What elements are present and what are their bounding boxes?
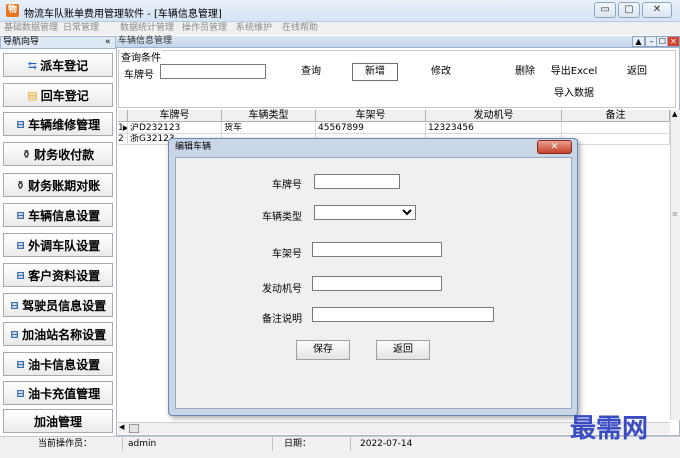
date-value: 2022-07-14 <box>360 439 413 449</box>
export-excel-button[interactable]: 导出Excel <box>548 63 600 81</box>
status-divider <box>350 437 351 451</box>
maximize-button[interactable]: ▢ <box>618 2 640 18</box>
nav-header-label: 导航向导 <box>3 37 40 47</box>
nav-customer-settings[interactable]: ⊟ 客户资料设置 <box>3 263 113 287</box>
cell-note[interactable] <box>562 134 670 145</box>
window-icon: ⊟ <box>15 357 26 371</box>
cell-frame[interactable]: 45567899 <box>316 123 426 134</box>
nav-refuel-management[interactable]: 加油管理 <box>3 409 113 433</box>
grid-vertical-scrollbar[interactable]: ▲ ≡ <box>670 110 680 420</box>
dialog-type-select[interactable] <box>314 205 416 220</box>
watermark: 最需网 <box>570 414 649 444</box>
cell-note[interactable] <box>562 123 670 134</box>
dialog-plate-label: 车牌号 <box>272 180 302 191</box>
window-icon: ⊟ <box>15 208 26 222</box>
window-icon: ⊟ <box>9 298 20 312</box>
search-button[interactable]: 查询 <box>294 63 328 81</box>
nav-fuel-card-topup[interactable]: ⊟ 油卡充值管理 <box>3 381 113 405</box>
window-icon: ⊟ <box>15 238 26 252</box>
nav-header: 导航向导 « <box>0 36 116 49</box>
folder-icon: ▤ <box>27 88 38 102</box>
nav-driver-settings[interactable]: ⊟ 驾驶员信息设置 <box>3 293 113 317</box>
window-icon: ⊟ <box>15 117 26 131</box>
status-divider <box>272 437 273 451</box>
cell-engine[interactable]: 12323456 <box>426 123 562 134</box>
nav-vehicle-repair[interactable]: ⊟ 车辆维修管理 <box>3 112 113 136</box>
scroll-thumb[interactable] <box>129 424 139 433</box>
col-header-frame[interactable]: 车架号 <box>316 110 426 122</box>
mdi-close-button[interactable]: ✕ <box>667 36 680 47</box>
plate-label: 车牌号 <box>124 70 154 81</box>
col-header-engine[interactable]: 发动机号 <box>426 110 562 122</box>
scroll-grip-icon[interactable]: ≡ <box>672 210 678 218</box>
col-header-note[interactable]: 备注 <box>562 110 670 122</box>
delete-button[interactable]: 删除 <box>508 63 542 81</box>
nav-finance-reconcile[interactable]: ⚱ 财务账期对账 <box>3 173 113 197</box>
truck-dispatch-icon: ⇆ <box>27 58 38 72</box>
operator-value: admin <box>128 439 157 449</box>
plate-search-input[interactable] <box>160 64 266 79</box>
query-group-label: 查询条件 <box>120 49 162 64</box>
dialog-save-button[interactable]: 保存 <box>296 340 350 360</box>
child-title: 车辆信息管理 <box>118 36 173 46</box>
add-button[interactable]: 新增 <box>352 63 398 81</box>
menu-help[interactable]: 在线帮助 <box>282 22 318 35</box>
back-button[interactable]: 返回 <box>620 63 654 81</box>
nav-finance-payments[interactable]: ⚱ 财务收付款 <box>3 142 113 166</box>
menu-statistics[interactable]: 数据统计管理 <box>120 22 174 35</box>
dialog-note-input[interactable] <box>312 307 494 322</box>
dialog-engine-input[interactable] <box>312 276 442 291</box>
money-bag-icon: ⚱ <box>15 178 26 192</box>
menu-daily[interactable]: 日常管理 <box>63 22 99 35</box>
dialog-type-label: 车辆类型 <box>262 212 302 223</box>
dialog-back-button[interactable]: 返回 <box>376 340 430 360</box>
edit-button[interactable]: 修改 <box>424 63 458 81</box>
money-bag-icon: ⚱ <box>21 147 32 161</box>
window-icon: ⊟ <box>15 268 26 282</box>
child-title-bar: 车辆信息管理 <box>116 36 680 48</box>
nav-collapse-button[interactable]: « <box>105 37 111 48</box>
col-header-type[interactable]: 车辆类型 <box>222 110 316 122</box>
scroll-left-icon[interactable]: ◀ <box>119 423 124 431</box>
dialog-close-button[interactable]: ✕ <box>537 140 572 154</box>
dialog-frame-input[interactable] <box>312 242 442 257</box>
dialog-frame-label: 车架号 <box>272 249 302 260</box>
nav-external-fleet[interactable]: ⊟ 外调车队设置 <box>3 233 113 257</box>
window-icon: ⊟ <box>15 386 26 400</box>
nav-fuel-card-settings[interactable]: ⊟ 油卡信息设置 <box>3 352 113 376</box>
close-button[interactable]: ✕ <box>642 2 672 18</box>
window-icon: ⊟ <box>9 327 20 341</box>
cell-type[interactable]: 货车 <box>222 123 316 134</box>
date-label: 日期： <box>284 439 312 449</box>
status-divider <box>122 437 123 451</box>
grid-corner <box>118 110 128 122</box>
nav-vehicle-settings[interactable]: ⊟ 车辆信息设置 <box>3 203 113 227</box>
dialog-engine-label: 发动机号 <box>262 284 302 295</box>
minimize-button[interactable]: ▭ <box>594 2 616 18</box>
dialog-note-label: 备注说明 <box>262 314 302 325</box>
menu-bar: 基础数据管理 日常管理 数据统计管理 操作员管理 系统维护 在线帮助 <box>0 22 680 35</box>
window-title: 物流车队账单费用管理软件 - [车辆信息管理] <box>24 9 222 20</box>
col-header-plate[interactable]: 车牌号 <box>128 110 222 122</box>
operator-label: 当前操作员： <box>38 439 93 449</box>
nav-gas-station-settings[interactable]: ⊟ 加油站名称设置 <box>3 322 113 346</box>
app-icon: 物 <box>6 4 19 17</box>
menu-maintenance[interactable]: 系统维护 <box>236 22 272 35</box>
dialog-title: 编辑车辆 <box>175 142 212 152</box>
mdi-restore-button[interactable]: ▲ <box>632 36 645 47</box>
menu-operator[interactable]: 操作员管理 <box>182 22 227 35</box>
dialog-plate-input[interactable] <box>314 174 400 189</box>
title-bar: 物 物流车队账单费用管理软件 - [车辆信息管理] ▭ ▢ ✕ <box>0 0 680 22</box>
row-number: 2 <box>118 134 128 145</box>
nav-return-register[interactable]: ▤ 回车登记 <box>3 83 113 107</box>
menu-basic-data[interactable]: 基础数据管理 <box>4 22 58 35</box>
scroll-up-icon[interactable]: ▲ <box>672 110 677 118</box>
cell-plate[interactable]: 沪D232123 <box>128 123 222 134</box>
nav-dispatch-register[interactable]: ⇆ 派车登记 <box>3 53 113 77</box>
import-data-button[interactable]: 导入数据 <box>548 85 600 103</box>
